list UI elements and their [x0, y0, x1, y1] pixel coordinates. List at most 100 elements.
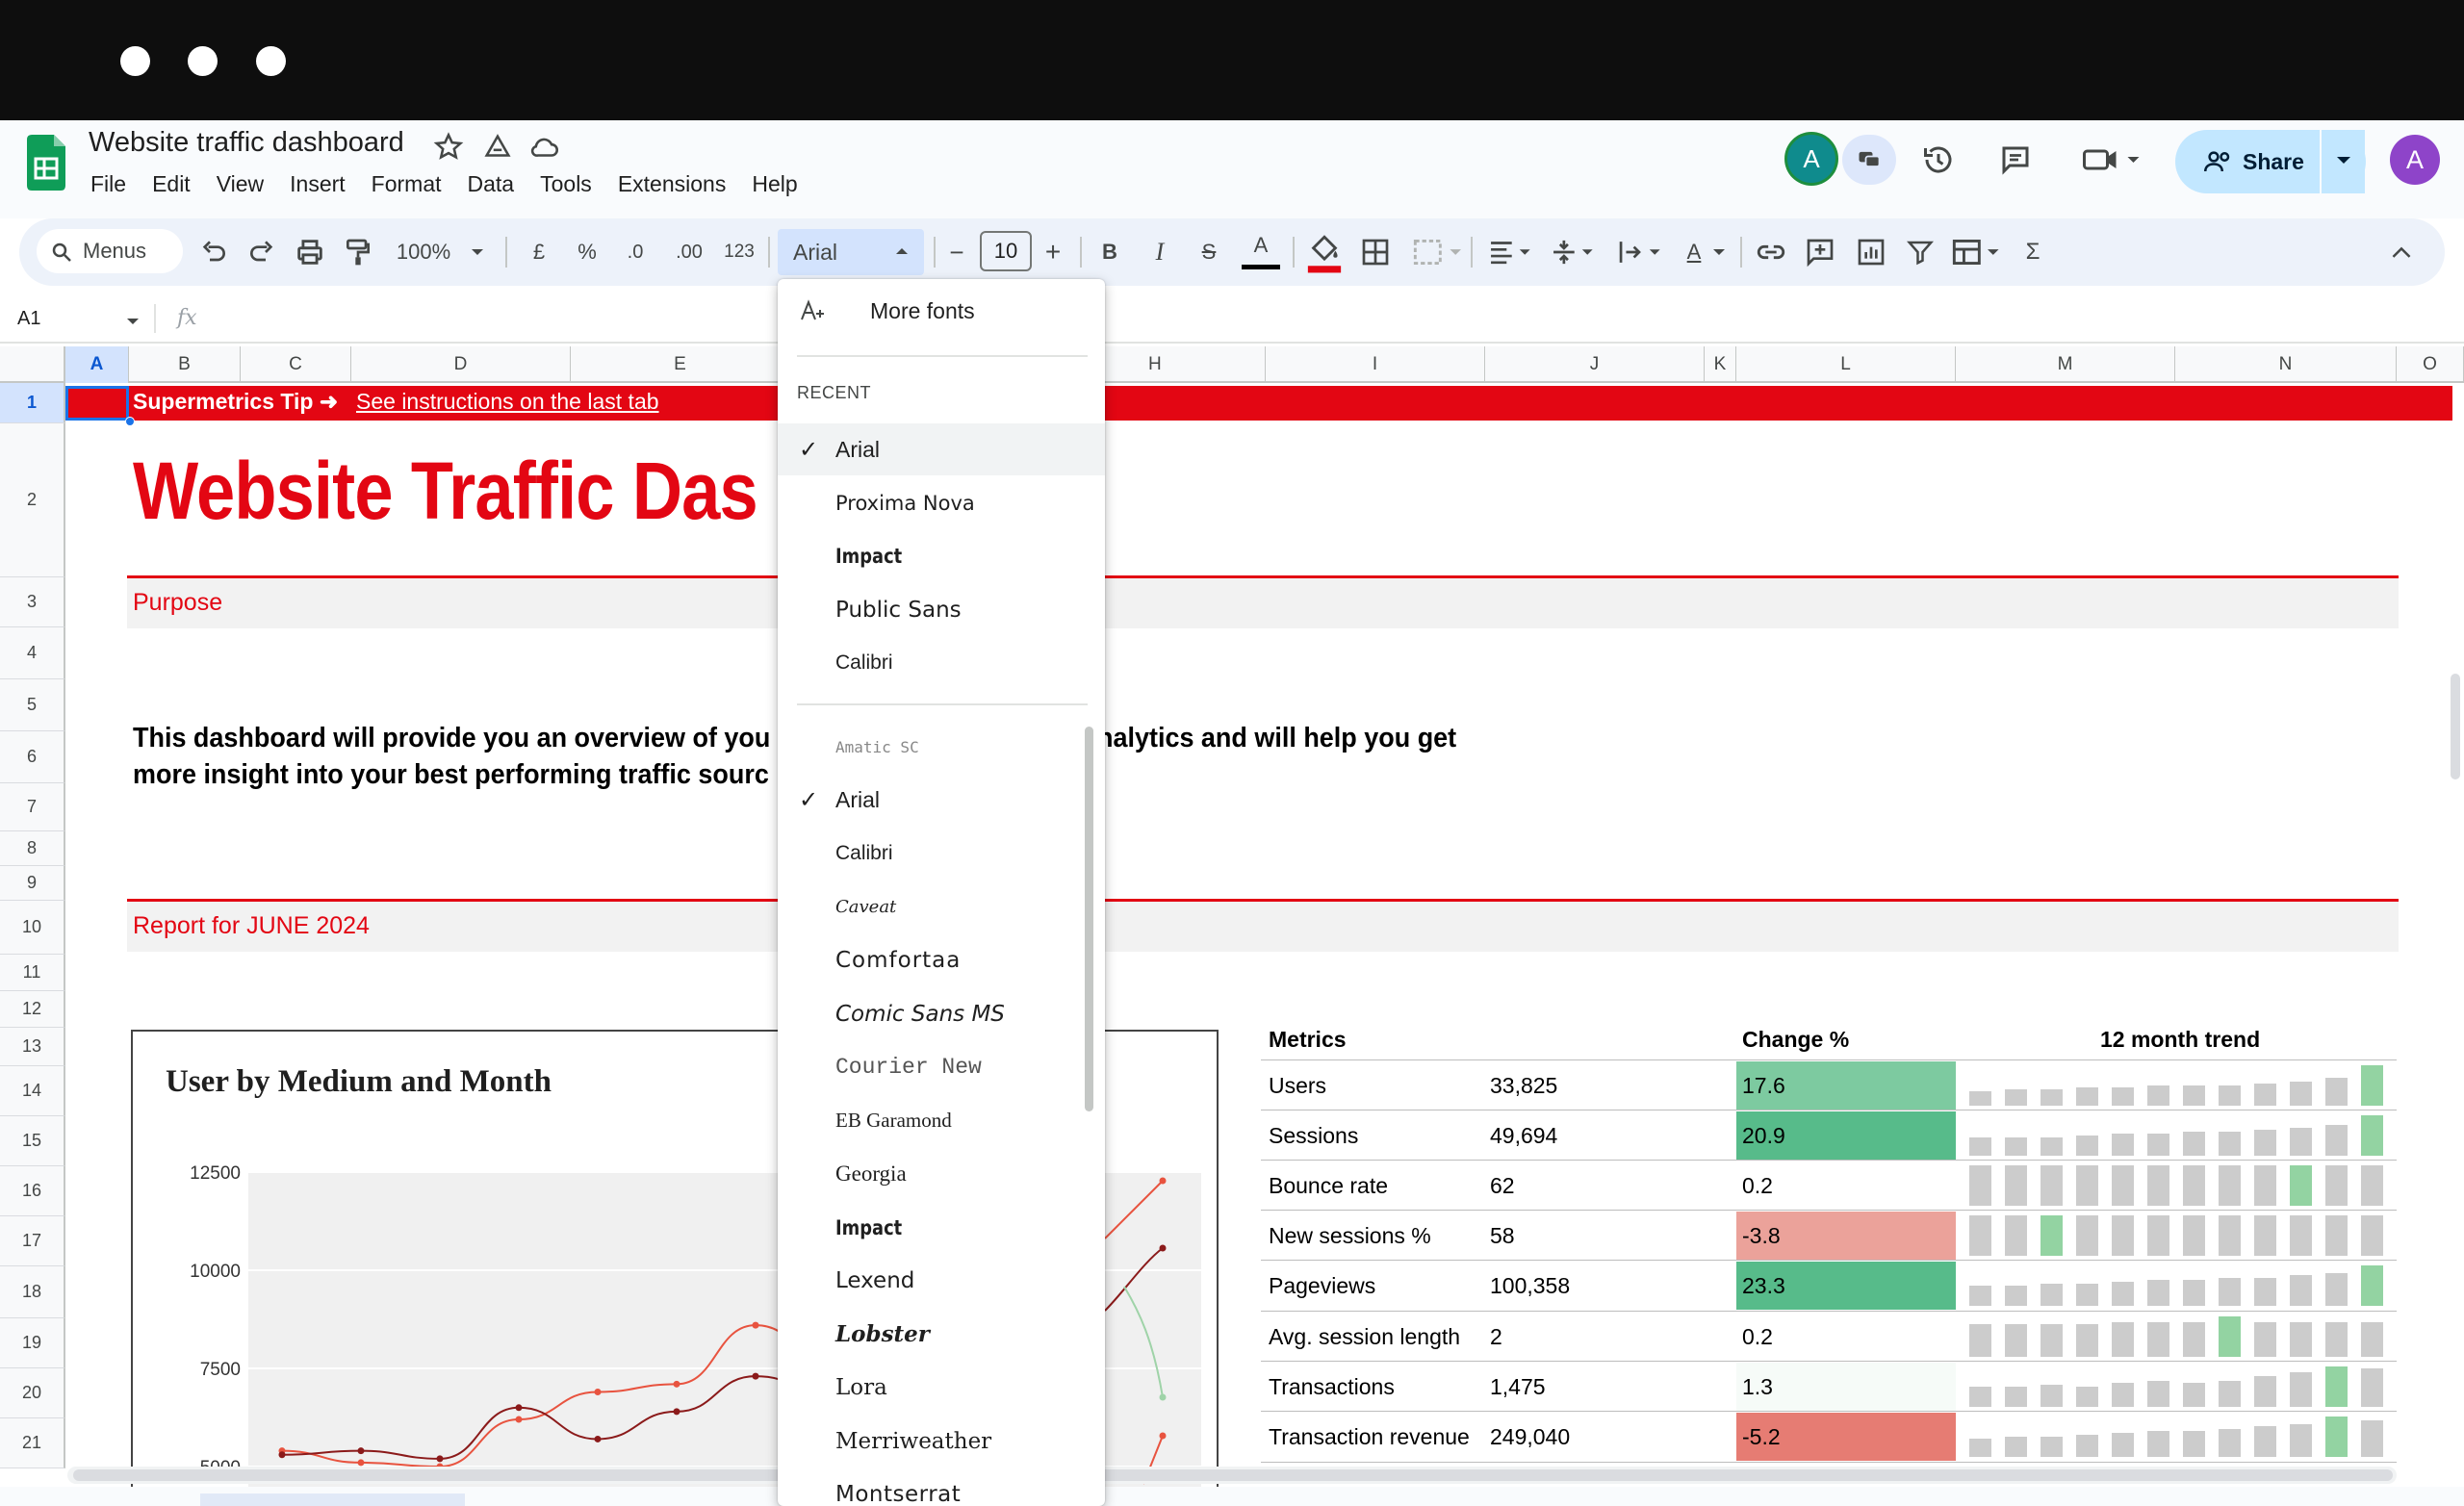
fill-color-icon[interactable] — [1305, 231, 1344, 273]
font-option-calibri[interactable]: Calibri — [778, 637, 1105, 689]
filter-icon[interactable] — [1906, 231, 1935, 273]
font-option-courier-new[interactable]: Courier New — [778, 1041, 1105, 1093]
vertical-align-icon[interactable] — [1550, 231, 1594, 273]
font-option-lexend[interactable]: Lexend — [778, 1255, 1105, 1307]
menu-help[interactable]: Help — [752, 171, 797, 200]
row-header[interactable]: 11 — [0, 955, 65, 991]
font-size-input[interactable]: 10 — [980, 231, 1032, 271]
column-header-a[interactable]: A — [65, 346, 129, 383]
format-percent-button[interactable]: % — [576, 231, 599, 273]
zoom-chevron-icon[interactable] — [470, 231, 485, 273]
borders-icon[interactable] — [1360, 231, 1391, 273]
font-option-georgia[interactable]: Georgia — [778, 1148, 1105, 1200]
column-header-k[interactable]: K — [1705, 346, 1736, 383]
font-option-calibri[interactable]: Calibri — [778, 828, 1105, 880]
zoom-select[interactable]: 100% — [395, 231, 452, 273]
row-header[interactable]: 13 — [0, 1028, 65, 1066]
column-header-o[interactable]: O — [2397, 346, 2464, 383]
menus-search[interactable]: Menus — [37, 229, 183, 273]
document-title[interactable]: Website traffic dashboard — [89, 127, 404, 159]
text-wrapping-icon[interactable] — [1617, 231, 1661, 273]
row-header[interactable]: 8 — [0, 831, 65, 866]
selection-handle[interactable] — [125, 417, 135, 426]
font-option-public-sans[interactable]: Public Sans — [778, 584, 1105, 636]
font-option-comfortaa[interactable]: Comfortaa — [778, 934, 1105, 986]
star-icon[interactable] — [432, 131, 465, 164]
row-header[interactable]: 19 — [0, 1318, 65, 1368]
font-option-amatic-sc[interactable]: Amatic SC — [778, 721, 1105, 773]
window-minimize-button[interactable] — [188, 46, 218, 76]
formula-input[interactable] — [223, 298, 2437, 339]
row-header[interactable]: 17 — [0, 1216, 65, 1266]
row-header[interactable]: 5 — [0, 679, 65, 731]
functions-button[interactable]: Σ — [2020, 231, 2045, 273]
column-header-i[interactable]: I — [1266, 346, 1485, 383]
font-option-eb-garamond[interactable]: EB Garamond — [778, 1095, 1105, 1147]
filter-views-icon[interactable] — [1950, 231, 2000, 273]
font-option-montserrat[interactable]: Montserrat — [778, 1468, 1105, 1506]
font-option-merriweather[interactable]: Merriweather — [778, 1416, 1105, 1468]
select-all-corner[interactable] — [0, 346, 65, 383]
font-option-comic-sans-ms[interactable]: Comic Sans MS — [778, 988, 1105, 1040]
merge-cells-icon[interactable] — [1411, 231, 1461, 273]
column-header-c[interactable]: C — [241, 346, 351, 383]
profile-avatar[interactable]: A — [2390, 135, 2440, 185]
strikethrough-button[interactable]: S — [1196, 231, 1221, 273]
font-family-select[interactable]: Arial — [778, 229, 924, 275]
row-header[interactable]: 18 — [0, 1266, 65, 1318]
text-rotation-chevron-icon[interactable] — [1712, 231, 1726, 273]
text-color-button[interactable]: A — [1242, 231, 1280, 269]
font-option-lora[interactable]: Lora — [778, 1362, 1105, 1414]
insert-link-icon[interactable] — [1755, 231, 1787, 273]
row-header[interactable]: 15 — [0, 1116, 65, 1166]
format-currency-button[interactable]: £ — [527, 231, 551, 273]
undo-icon[interactable] — [198, 231, 229, 273]
column-header-m[interactable]: M — [1956, 346, 2175, 383]
sheet-tab-active[interactable] — [200, 1493, 465, 1506]
window-close-button[interactable] — [120, 46, 150, 76]
font-option-arial[interactable]: ✓ Arial — [778, 423, 1105, 475]
horizontal-scrollbar-thumb[interactable] — [73, 1469, 2393, 1481]
font-option-impact[interactable]: Impact — [778, 530, 1105, 582]
menu-extensions[interactable]: Extensions — [618, 171, 727, 200]
menu-tools[interactable]: Tools — [540, 171, 592, 200]
column-header-h[interactable]: H — [1105, 346, 1266, 383]
decrease-decimal-button[interactable]: .0 — [621, 231, 650, 273]
insert-chart-icon[interactable] — [1856, 231, 1886, 273]
font-option-caveat[interactable]: Caveat — [778, 881, 1105, 933]
column-header-d[interactable]: D — [351, 346, 571, 383]
font-size-increase-button[interactable]: + — [1041, 231, 1065, 273]
row-header[interactable]: 9 — [0, 866, 65, 901]
name-box[interactable]: A1 — [17, 308, 40, 330]
font-option-proxima-nova[interactable]: Proxima Nova — [778, 477, 1105, 529]
collaborator-avatar[interactable]: A — [1787, 135, 1835, 183]
bold-button[interactable]: B — [1097, 231, 1122, 273]
paint-format-icon[interactable] — [343, 231, 373, 273]
column-header-b[interactable]: B — [129, 346, 241, 383]
font-size-decrease-button[interactable]: − — [945, 231, 968, 273]
comments-icon[interactable] — [1998, 142, 2033, 177]
row-header[interactable]: 10 — [0, 901, 65, 955]
column-header-j[interactable]: J — [1485, 346, 1705, 383]
column-header-n[interactable]: N — [2175, 346, 2397, 383]
redo-icon[interactable] — [246, 231, 277, 273]
collapse-toolbar-icon[interactable] — [2391, 231, 2412, 273]
menu-edit[interactable]: Edit — [152, 171, 191, 200]
tip-link[interactable]: See instructions on the last tab — [356, 389, 659, 415]
text-rotation-button[interactable]: A — [1680, 231, 1708, 273]
sheets-logo-icon[interactable] — [27, 135, 65, 191]
row-header[interactable]: 2 — [0, 423, 65, 577]
row-header[interactable]: 3 — [0, 577, 65, 627]
menu-insert[interactable]: Insert — [290, 171, 346, 200]
row-header[interactable]: 4 — [0, 627, 65, 679]
insert-comment-icon[interactable] — [1805, 231, 1835, 273]
column-header-l[interactable]: L — [1736, 346, 1956, 383]
italic-button[interactable]: I — [1147, 231, 1172, 273]
row-header[interactable]: 1 — [0, 383, 65, 423]
row-header[interactable]: 20 — [0, 1368, 65, 1418]
font-option-impact[interactable]: Impact — [778, 1202, 1105, 1254]
font-option-lobster[interactable]: Lobster — [778, 1309, 1105, 1361]
more-fonts-item[interactable]: More fonts — [778, 285, 1105, 337]
menu-data[interactable]: Data — [468, 171, 515, 200]
version-history-icon[interactable] — [1921, 142, 1956, 177]
